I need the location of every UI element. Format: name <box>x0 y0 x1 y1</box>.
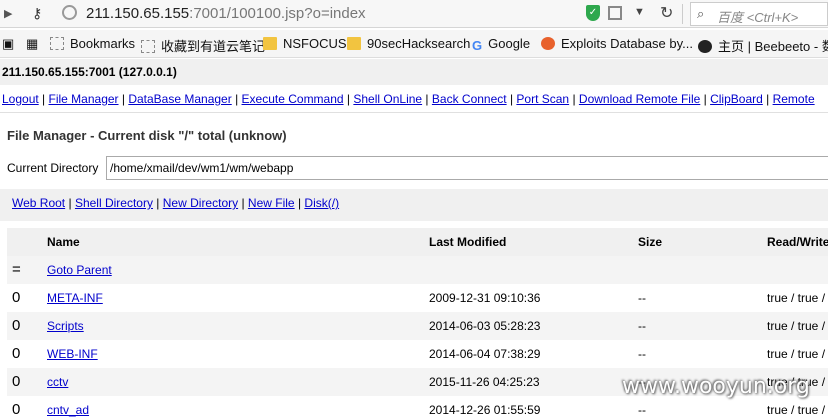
last-modified: 2014-06-04 07:38:29 <box>429 347 541 361</box>
bookmark-90sec[interactable]: 90secHacksearch <box>347 36 470 51</box>
url-host: 211.150.65.155 <box>86 5 190 22</box>
host-text: 211.150.65.155:7001 (127.0.0.1) <box>2 65 177 79</box>
nav-port-scan[interactable]: Port Scan <box>516 92 569 106</box>
nav-back-connect[interactable]: Back Connect <box>432 92 507 106</box>
bookmarks-icon <box>50 37 64 50</box>
read-write: true / true / <box>767 291 826 305</box>
host-banner: 211.150.65.155:7001 (127.0.0.1) <box>0 59 828 85</box>
shell-directory-link[interactable]: Shell Directory <box>75 196 153 210</box>
identity-dropdown-icon[interactable]: ▶ <box>4 7 12 20</box>
table-header: Name Last Modified Size Read/Write <box>7 228 828 256</box>
column-size: Size <box>638 235 663 249</box>
nav-logout[interactable]: Logout <box>2 92 39 106</box>
folder-link[interactable]: cntv_ad <box>47 403 89 417</box>
read-write: true / true / <box>767 403 826 417</box>
search-box[interactable]: ⌕ 百度 <Ctrl+K> <box>690 2 828 26</box>
address-field[interactable]: 211.150.65.155:7001/100100.jsp?o=index <box>86 5 366 22</box>
last-modified: 2014-12-26 01:55:59 <box>429 403 541 417</box>
row-marker: 0 <box>12 345 21 362</box>
folder-icon <box>347 37 361 50</box>
read-write: true / true / <box>767 347 826 361</box>
disk-link[interactable]: Disk(/) <box>304 196 339 210</box>
bookmark-label: 收藏到有道云笔记 <box>161 39 266 54</box>
folder-link[interactable]: cctv <box>47 375 68 389</box>
size: -- <box>638 291 646 305</box>
page-title: File Manager - Current disk "/" total (u… <box>7 128 287 143</box>
row-marker: = <box>12 261 21 278</box>
row-marker: 0 <box>12 289 21 306</box>
toolbar-separator <box>682 4 683 24</box>
google-icon: G <box>472 38 483 53</box>
new-file-link[interactable]: New File <box>248 196 295 210</box>
row-marker: 0 <box>12 317 21 334</box>
youdao-icon <box>141 40 155 53</box>
globe-icon <box>62 5 77 20</box>
nav-clipboard[interactable]: ClipBoard <box>710 92 763 106</box>
row-marker: 0 <box>12 373 21 390</box>
bookmark-bookmarks[interactable]: Bookmarks <box>50 36 135 51</box>
bookmark-nsfocus[interactable]: NSFOCUS <box>263 36 347 51</box>
nav-file-manager[interactable]: File Manager <box>49 92 119 106</box>
bookmark-exploitdb[interactable]: Exploits Database by... <box>541 36 693 51</box>
watermark: www.wooyun.org <box>622 374 810 399</box>
folder-link[interactable]: META-INF <box>47 291 103 305</box>
browser-url-bar: ▶ ⚷ 211.150.65.155:7001/100100.jsp?o=ind… <box>0 0 828 28</box>
new-directory-link[interactable]: New Directory <box>163 196 238 210</box>
table-row: = Goto Parent <box>7 256 828 284</box>
last-modified: 2014-06-03 05:28:23 <box>429 319 541 333</box>
size: -- <box>638 403 646 417</box>
nav-database-manager[interactable]: DataBase Manager <box>128 92 231 106</box>
column-name: Name <box>47 235 80 249</box>
bookmark-label: Google <box>488 36 531 51</box>
row-marker: 0 <box>12 401 21 418</box>
folder-link[interactable]: WEB-INF <box>47 347 98 361</box>
nav-download-remote-file[interactable]: Download Remote File <box>579 92 700 106</box>
nav-remote[interactable]: Remote <box>773 92 815 106</box>
bookmark-label: 主页 | Beebeeto - 数 <box>718 39 828 54</box>
apps-grid-icon[interactable]: ▦ <box>26 36 38 52</box>
table-row: 0 Scripts 2014-06-03 05:28:23 -- true / … <box>7 312 828 340</box>
goto-parent-link[interactable]: Goto Parent <box>47 263 112 277</box>
file-toolbar: Web Root | Shell Directory | New Directo… <box>0 189 828 221</box>
search-icon: ⌕ <box>697 6 705 21</box>
bookmark-youdao[interactable]: 收藏到有道云笔记 <box>141 36 265 55</box>
bookmark-label: Bookmarks <box>70 36 136 51</box>
web-root-link[interactable]: Web Root <box>12 196 65 210</box>
nav-shell-online[interactable]: Shell OnLine <box>353 92 422 106</box>
reading-list-icon[interactable]: ▣ <box>2 36 14 52</box>
table-row: 0 WEB-INF 2014-06-04 07:38:29 -- true / … <box>7 340 828 368</box>
read-write: true / true / <box>767 319 826 333</box>
bookmarks-bar: ▣ ▦ Bookmarks 收藏到有道云笔记 NSFOCUS 90secHack… <box>0 30 828 58</box>
column-last-modified: Last Modified <box>429 235 507 249</box>
table-row: 0 cntv_ad 2014-12-26 01:55:59 -- true / … <box>7 396 828 418</box>
table-row: 0 META-INF 2009-12-31 09:10:36 -- true /… <box>7 284 828 312</box>
beebeeto-icon <box>698 40 712 53</box>
shield-icon[interactable]: ✓ <box>586 5 600 21</box>
dropdown-arrow-icon[interactable]: ▼ <box>634 6 645 18</box>
last-modified: 2009-12-31 09:10:36 <box>429 291 541 305</box>
url-path: :7001/100100.jsp?o=index <box>189 5 366 22</box>
search-placeholder: 百度 <Ctrl+K> <box>717 10 799 25</box>
size: -- <box>638 347 646 361</box>
bookmark-label: 90secHacksearch <box>367 36 471 51</box>
exploitdb-icon <box>541 37 555 50</box>
current-directory-label: Current Directory <box>7 161 99 175</box>
folder-icon <box>263 37 277 50</box>
qr-code-icon[interactable] <box>608 6 622 20</box>
reload-icon[interactable]: ↻ <box>660 3 673 23</box>
key-icon[interactable]: ⚷ <box>32 5 42 22</box>
column-read-write: Read/Write <box>767 235 828 249</box>
main-nav: Logout | File Manager | DataBase Manager… <box>2 92 815 106</box>
bookmark-google[interactable]: G Google <box>472 36 531 53</box>
last-modified: 2015-11-26 04:25:23 <box>429 375 540 389</box>
bookmark-beebeeto[interactable]: 主页 | Beebeeto - 数 <box>698 36 828 55</box>
size: -- <box>638 319 646 333</box>
divider <box>0 112 828 113</box>
nav-execute-command[interactable]: Execute Command <box>242 92 344 106</box>
current-directory-input[interactable] <box>106 156 828 180</box>
folder-link[interactable]: Scripts <box>47 319 84 333</box>
bookmark-label: NSFOCUS <box>283 36 347 51</box>
bookmark-label: Exploits Database by... <box>561 36 693 51</box>
